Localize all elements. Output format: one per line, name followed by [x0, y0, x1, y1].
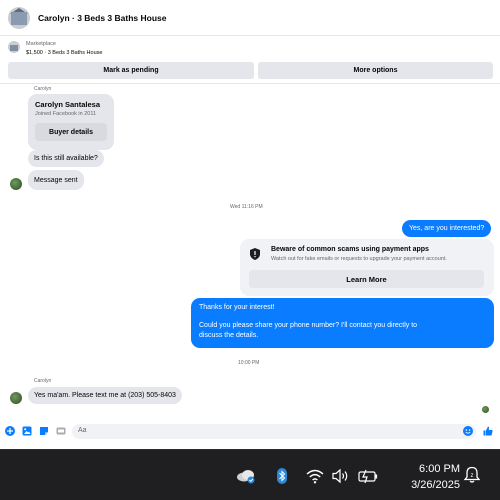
buyer-details-button[interactable]: Buyer details	[35, 123, 107, 141]
seen-receipt-avatar	[482, 406, 489, 413]
messenger-window: Carolyn · 3 Beds 3 Baths House Marketpla…	[0, 0, 500, 449]
message-input-placeholder: Aa	[78, 427, 87, 434]
listing-thumbnail[interactable]	[8, 41, 20, 53]
listing-avatar[interactable]	[8, 6, 30, 29]
marketplace-listing-bar: Marketplace $1,500 · 3 Beds 3 Baths Hous…	[0, 36, 500, 84]
onedrive-icon[interactable]	[236, 468, 256, 484]
buyer-joined-text: Joined Facebook in 2011	[35, 111, 97, 117]
svg-text:z: z	[471, 473, 474, 479]
message-timestamp: 10:00 PM	[238, 360, 260, 366]
wifi-icon[interactable]	[306, 468, 324, 484]
incoming-message[interactable]: Message sent	[28, 170, 84, 190]
thumbs-up-icon[interactable]	[483, 426, 493, 436]
conversation-title[interactable]: Carolyn · 3 Beds 3 Baths House	[38, 13, 166, 23]
message-line: Could you please share your phone number…	[199, 322, 418, 329]
buyer-profile-card: Carolyn Santalesa Joined Facebook in 201…	[28, 94, 114, 150]
gif-icon[interactable]	[56, 426, 66, 436]
mark-as-pending-button[interactable]: Mark as pending	[8, 62, 254, 79]
taskbar-clock-time[interactable]: 6:00 PM	[392, 463, 460, 475]
scam-warning-text: Watch out for fake emails or requests to…	[271, 256, 447, 262]
notification-icon[interactable]: z	[463, 466, 481, 484]
sender-avatar[interactable]	[10, 178, 22, 190]
incoming-message[interactable]: Yes ma'am. Please text me at (203) 505-8…	[28, 387, 182, 404]
message-line: Thanks for your interest!	[199, 304, 275, 311]
outgoing-message[interactable]: Thanks for your interest! Could you plea…	[191, 298, 494, 348]
message-thread[interactable]: Carolyn Carolyn Santalesa Joined Faceboo…	[0, 84, 500, 420]
photo-icon[interactable]	[22, 426, 32, 436]
buyer-name: Carolyn Santalesa	[35, 100, 101, 109]
plus-circle-icon[interactable]	[5, 426, 15, 436]
battery-icon[interactable]	[358, 468, 378, 484]
conversation-header: Carolyn · 3 Beds 3 Baths House	[0, 0, 500, 36]
message-input[interactable]: Aa	[72, 424, 476, 439]
outgoing-message[interactable]: Yes, are you interested?	[402, 220, 492, 237]
sender-name: Carolyn	[34, 86, 52, 92]
sticker-icon[interactable]	[39, 426, 49, 436]
message-composer: Aa	[0, 420, 500, 444]
more-options-button[interactable]: More options	[258, 62, 493, 79]
scam-warning-card: Beware of common scams using payment app…	[240, 239, 494, 296]
message-timestamp: Wed 11:16 PM	[230, 204, 263, 210]
shield-warning-icon	[250, 248, 260, 260]
listing-summary[interactable]: $1,500 · 3 Beds 3 Baths House	[26, 50, 102, 56]
emoji-icon[interactable]	[463, 426, 473, 436]
sender-name: Carolyn	[34, 378, 52, 384]
marketplace-label: Marketplace	[26, 41, 56, 47]
message-line: discuss the details.	[199, 332, 259, 339]
incoming-message[interactable]: Is this still available?	[28, 150, 104, 167]
taskbar-clock-date[interactable]: 3/26/2025	[392, 479, 460, 491]
learn-more-button[interactable]: Learn More	[249, 270, 484, 288]
windows-taskbar: 6:00 PM 3/26/2025 z	[0, 449, 500, 500]
bluetooth-icon[interactable]	[277, 468, 287, 484]
volume-icon[interactable]	[332, 468, 350, 484]
scam-warning-title: Beware of common scams using payment app…	[271, 246, 429, 253]
sender-avatar[interactable]	[10, 392, 22, 404]
